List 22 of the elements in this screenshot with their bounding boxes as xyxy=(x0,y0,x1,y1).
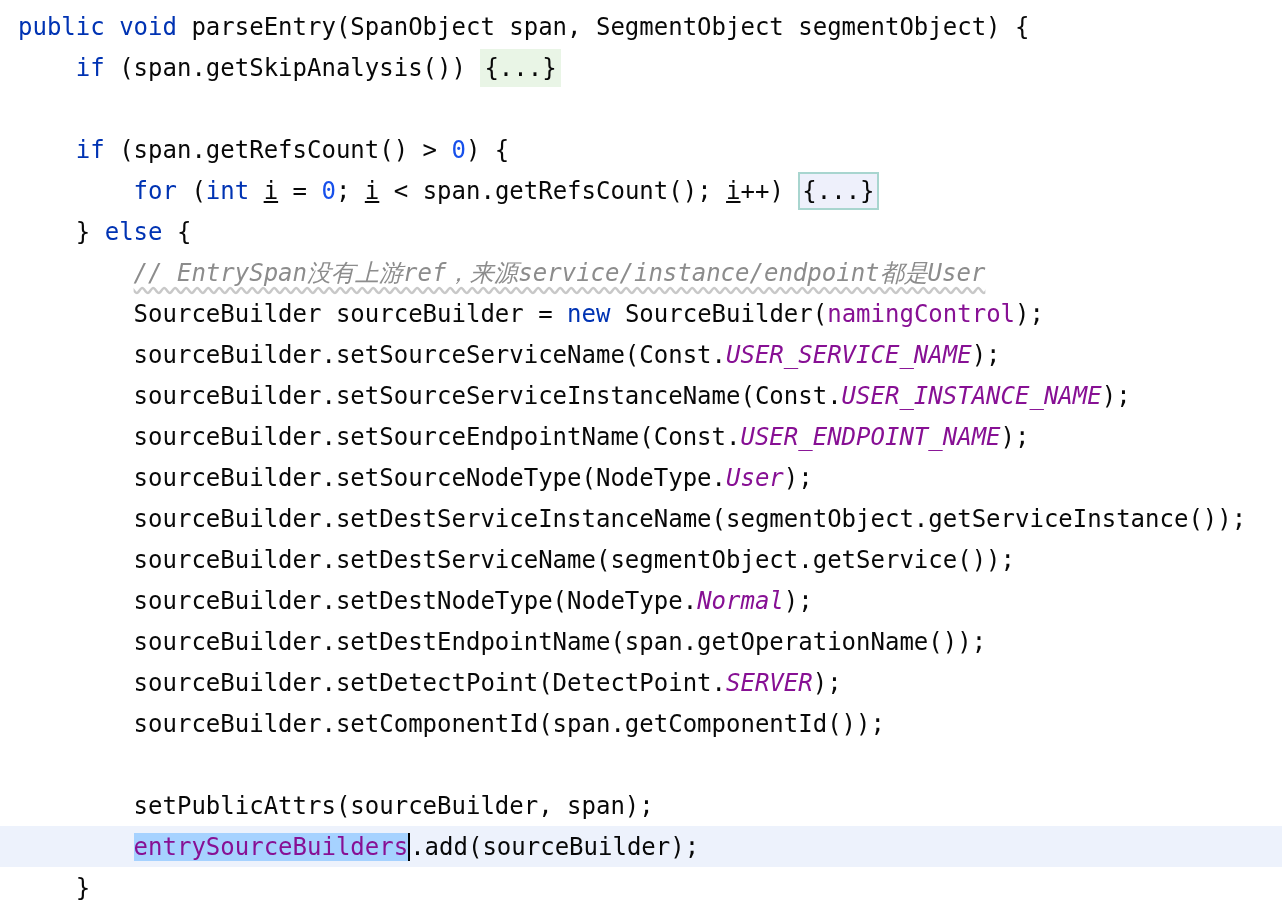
code-text: setPublicAttrs(sourceBuilder, span); xyxy=(133,790,654,822)
code-text: sourceBuilder.setComponentId(span.getComponentId()); xyxy=(133,708,885,740)
code-text: for (int i = 0; i < span.getRefsCount(); i++) xyxy=(133,175,785,207)
code-text: sourceBuilder.setDetectPoint(DetectPoint.SERVER); xyxy=(133,667,842,699)
code-comment: // EntrySpan没有上游ref，来源service/instance/endpoint都是User xyxy=(133,257,986,289)
code-text: public void parseEntry(SpanObject span, SegmentObject segmentObject) { xyxy=(18,11,1030,43)
code-text: sourceBuilder.setSourceNodeType(NodeType.User); xyxy=(133,462,813,494)
code-text: sourceBuilder.setDestEndpointName(span.getOperationName()); xyxy=(133,626,987,658)
code-text: } xyxy=(75,872,91,904)
folded-code[interactable]: {...} xyxy=(798,171,879,210)
code-text: SourceBuilder sourceBuilder = new SourceBuilder(namingControl); xyxy=(133,298,1044,330)
code-text: sourceBuilder.setSourceServiceInstanceName(Const.USER_INSTANCE_NAME); xyxy=(133,380,1131,412)
code-text: if (span.getRefsCount() > 0) { xyxy=(75,134,510,166)
code-text: sourceBuilder.setDestServiceName(segmentObject.getService()); xyxy=(133,544,1015,576)
code-text: sourceBuilder.setSourceServiceName(Const.USER_SERVICE_NAME); xyxy=(133,339,1001,371)
folded-code[interactable]: {...} xyxy=(480,48,561,87)
code-text: sourceBuilder.setDestNodeType(NodeType.Normal); xyxy=(133,585,813,617)
code-text: if (span.getSkipAnalysis()) xyxy=(75,52,467,84)
code-text: sourceBuilder.setSourceEndpointName(Const.USER_ENDPOINT_NAME); xyxy=(133,421,1030,453)
code-text: entrySourceBuilders.add(sourceBuilder); xyxy=(133,831,700,863)
code-text: } else { xyxy=(75,216,192,248)
code-text: sourceBuilder.setDestServiceInstanceName(segmentObject.getServiceInstance()); xyxy=(133,503,1247,535)
